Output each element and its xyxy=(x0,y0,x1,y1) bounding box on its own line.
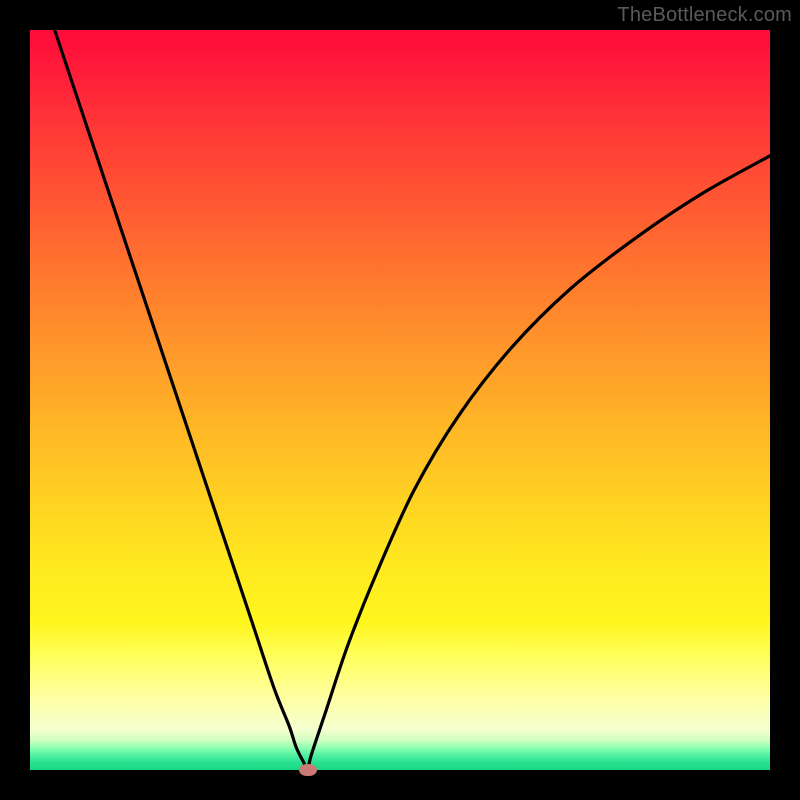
chart-frame: TheBottleneck.com xyxy=(0,0,800,800)
bottleneck-curve xyxy=(30,0,770,770)
optimal-marker xyxy=(299,764,317,776)
plot-area xyxy=(30,30,770,770)
watermark-text: TheBottleneck.com xyxy=(617,4,792,27)
curve-layer xyxy=(30,30,770,770)
